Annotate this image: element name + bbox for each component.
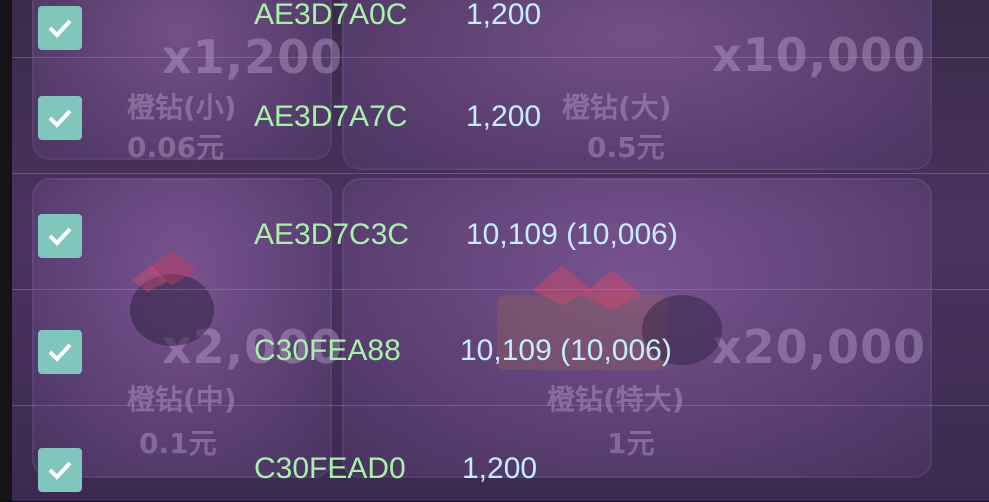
row-id: C30FEAD0 [254,452,406,485]
row-id: AE3D7C3C [254,218,410,251]
row-checkbox[interactable] [38,448,82,492]
row-checkbox[interactable] [38,6,82,50]
list-item[interactable]: AE3D7A0C 1,200 [12,0,989,58]
row-checkbox[interactable] [38,330,82,374]
checkmark-icon [48,343,72,362]
list-item[interactable]: C30FEAD0 1,200 [12,405,989,502]
checkmark-icon [48,461,72,480]
row-amount: 1,200 [462,452,538,485]
row-amount: 10,109 (10,006) [460,334,672,367]
list-item[interactable]: AE3D7C3C 10,109 (10,006) [12,173,989,290]
row-amount: 10,109 (10,006) [466,218,678,251]
checkmark-icon [48,109,72,128]
row-id: AE3D7A7C [254,100,408,133]
row-checkbox[interactable] [38,214,82,258]
row-checkbox[interactable] [38,96,82,140]
row-amount: 1,200 [466,0,542,31]
checkmark-icon [48,19,72,38]
checkmark-icon [48,227,72,246]
row-id: C30FEA88 [254,334,401,367]
row-amount: 1,200 [466,100,542,133]
list-item[interactable]: C30FEA88 10,109 (10,006) [12,289,989,406]
left-edge-strip [0,0,12,501]
list-item[interactable]: AE3D7A7C 1,200 [12,57,989,174]
row-id: AE3D7A0C [254,0,408,31]
